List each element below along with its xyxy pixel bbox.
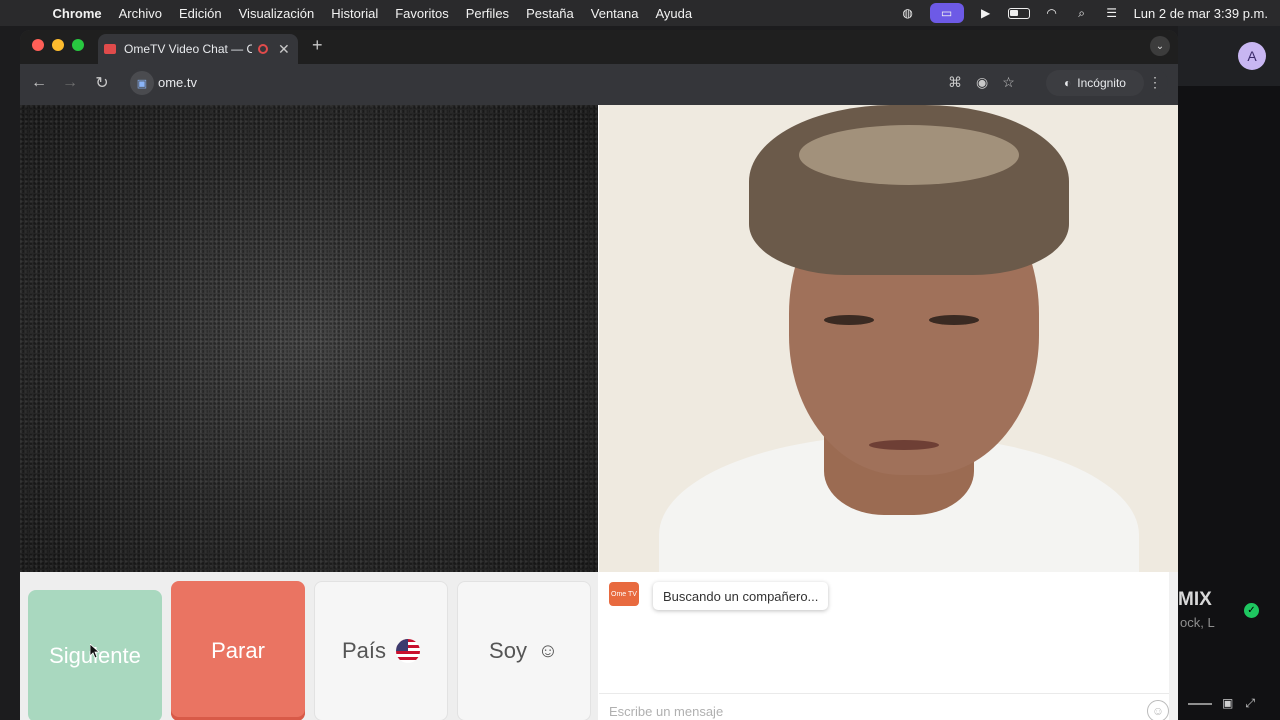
- page-scrollbar[interactable]: [1169, 572, 1178, 720]
- menu-favoritos[interactable]: Favoritos: [395, 6, 448, 21]
- us-flag-icon: [396, 639, 421, 663]
- maximize-window-button[interactable]: [72, 39, 84, 51]
- country-button[interactable]: País: [314, 581, 448, 720]
- menu-pestana[interactable]: Pestaña: [526, 6, 574, 21]
- menubar-clock[interactable]: Lun 2 de mar 3:39 p.m.: [1134, 6, 1268, 21]
- chat-divider: [599, 693, 1169, 694]
- boy-emoji-icon: ☺: [537, 639, 559, 662]
- webcam-right-eye: [929, 315, 979, 325]
- incognito-label: Incógnito: [1077, 76, 1126, 90]
- tab-search-chevron-icon[interactable]: ⌄: [1150, 36, 1170, 56]
- battery-icon[interactable]: [1007, 7, 1030, 19]
- menu-ayuda[interactable]: Ayuda: [655, 6, 692, 21]
- menu-bar: Chrome Archivo Edición Visualización His…: [0, 0, 1280, 26]
- tab-strip: OmeTV Video Chat — Om ✕ + ⌄: [20, 30, 1178, 64]
- menu-visualizacion[interactable]: Visualización: [239, 6, 315, 21]
- chrome-window: OmeTV Video Chat — Om ✕ + ⌄ ← → ↻ ▣ ome.…: [20, 30, 1178, 720]
- minimize-window-button[interactable]: [52, 39, 64, 51]
- status-message: Buscando un compañero...: [653, 582, 829, 610]
- eye-off-icon[interactable]: ◉: [976, 74, 988, 91]
- translate-icon[interactable]: ⌘: [948, 74, 962, 91]
- background-window-title: MIX: [1178, 589, 1212, 610]
- ometv-logo: Ome TV: [609, 582, 639, 606]
- webcam-hair-highlight: [799, 125, 1019, 185]
- webcam-mouth: [869, 440, 939, 450]
- menu-app-name[interactable]: Chrome: [53, 6, 102, 21]
- self-webcam-video: [599, 105, 1178, 572]
- recording-icon: [258, 44, 268, 54]
- ometv-page: Siguiente Parar País Soy ☺ Ome TV Buscan…: [20, 105, 1178, 720]
- new-tab-button[interactable]: +: [312, 35, 323, 56]
- menu-archivo[interactable]: Archivo: [119, 6, 162, 21]
- chat-panel: Ome TV Buscando un compañero... ☺: [599, 572, 1169, 720]
- control-panel: Siguiente Parar País Soy ☺: [20, 572, 598, 720]
- partner-video-static: [20, 105, 598, 572]
- country-button-label: País: [341, 638, 387, 663]
- close-window-button[interactable]: [32, 39, 44, 51]
- stop-button-label: Parar: [211, 638, 265, 663]
- more-menu-icon[interactable]: ⋮: [1148, 74, 1162, 91]
- check-icon: ✓: [1244, 603, 1259, 618]
- webcam-left-eye: [824, 315, 874, 325]
- incognito-badge[interactable]: ◐ Incógnito: [1046, 70, 1144, 96]
- gender-button-label: Soy: [489, 638, 527, 663]
- profile-avatar[interactable]: A: [1238, 42, 1266, 70]
- forward-arrow-icon[interactable]: →: [59, 72, 81, 94]
- menu-edicion[interactable]: Edición: [179, 6, 222, 21]
- screen-share-icon[interactable]: ▭: [929, 3, 964, 23]
- wifi-icon[interactable]: ◠: [1044, 6, 1060, 20]
- back-arrow-icon[interactable]: ←: [28, 72, 50, 94]
- message-input[interactable]: [609, 702, 1129, 720]
- menu-ventana[interactable]: Ventana: [591, 6, 639, 21]
- emoji-picker-icon[interactable]: ☺: [1147, 700, 1169, 720]
- menu-perfiles[interactable]: Perfiles: [466, 6, 509, 21]
- tab-favicon-icon: [104, 44, 116, 54]
- browser-toolbar: ← → ↻ ▣ ome.tv ⌘ ◉ ☆ ◐ Incógnito ⋮: [20, 64, 1178, 104]
- close-tab-icon[interactable]: ✕: [278, 41, 290, 58]
- pip-icon[interactable]: ▣: [1222, 696, 1233, 711]
- reload-icon[interactable]: ↻: [91, 72, 113, 94]
- address-bar[interactable]: ▣ ome.tv ⌘ ◉ ☆ ◐ Incógnito ⋮: [128, 68, 1168, 98]
- progress-bar: [1188, 703, 1212, 705]
- camera-site-icon[interactable]: ▣: [130, 71, 154, 95]
- menu-historial[interactable]: Historial: [331, 6, 378, 21]
- stop-button[interactable]: Parar: [171, 581, 305, 720]
- tab-ometv[interactable]: OmeTV Video Chat — Om ✕: [98, 34, 298, 64]
- omnibox-actions: ⌘ ◉ ☆: [948, 74, 1015, 91]
- spotlight-search-icon[interactable]: ⌕: [1074, 6, 1090, 20]
- bookmark-star-icon[interactable]: ☆: [1002, 74, 1015, 91]
- play-icon[interactable]: ▶: [978, 6, 994, 20]
- control-center-icon[interactable]: ☰: [1104, 6, 1120, 20]
- url-text[interactable]: ome.tv: [158, 75, 197, 90]
- background-controls: ▣ ⤢: [1222, 696, 1255, 711]
- gender-button[interactable]: Soy ☺: [457, 581, 591, 720]
- incognito-icon: ◐: [1064, 76, 1072, 90]
- fullscreen-icon[interactable]: ⤢: [1245, 696, 1255, 711]
- globe-icon[interactable]: ◍: [900, 6, 916, 20]
- background-window-subtitle: ock, L: [1180, 615, 1215, 630]
- mouse-cursor-icon: [90, 644, 100, 658]
- tab-title: OmeTV Video Chat — Om: [124, 42, 252, 56]
